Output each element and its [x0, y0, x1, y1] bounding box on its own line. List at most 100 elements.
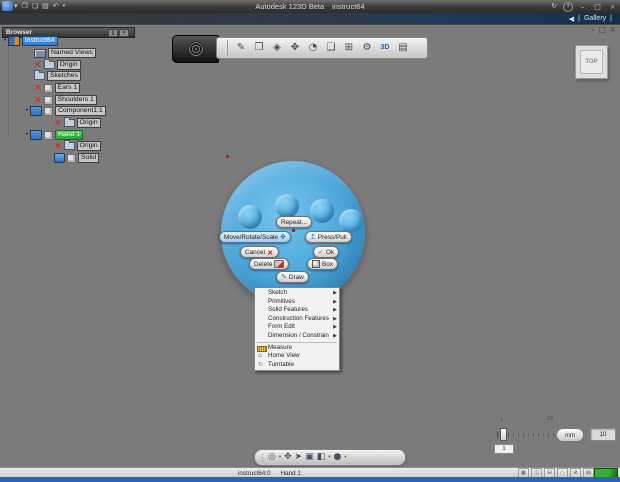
menu-item-turntable[interactable]: ↻ Turntable	[255, 361, 339, 370]
tree-guide-line	[8, 44, 9, 136]
tree-item-label[interactable]: Origin	[76, 141, 101, 151]
doc-minimize-button[interactable]: –	[591, 25, 595, 34]
snapshot-tool-icon[interactable]: ▤	[394, 38, 412, 58]
menu-item-label: Dimension / Constrain	[268, 331, 329, 339]
pattern-tool-icon[interactable]: ⊞	[340, 38, 358, 58]
sketch-tool-icon[interactable]: ✎	[232, 38, 250, 58]
menu-item-primitives[interactable]: Primitives ▶	[255, 298, 339, 307]
model-bump[interactable]	[339, 209, 363, 233]
navbar-grip-handle[interactable]	[261, 452, 265, 463]
view-cube-face-label[interactable]: TOP	[580, 50, 603, 74]
tree-item-origin-3[interactable]: × Origin	[54, 140, 101, 151]
sculpt-tool-icon[interactable]: ◈	[268, 38, 286, 58]
select-icon[interactable]: ➤	[295, 450, 303, 465]
close-button[interactable]: ×	[607, 3, 618, 11]
repeat-button[interactable]: Repeat...	[276, 216, 312, 228]
expand-bullet-icon[interactable]: •	[26, 106, 28, 116]
cancel-button[interactable]: Cancel ×	[240, 246, 279, 258]
tree-item-label[interactable]: Shoulders 1	[54, 95, 97, 105]
tree-item-label[interactable]: Sketches	[47, 71, 81, 81]
display-style-caret-icon[interactable]: ▾	[344, 455, 346, 460]
tree-item-label[interactable]: instruct64	[22, 36, 58, 46]
menu-item-sketch[interactable]: Sketch ▶	[255, 289, 339, 298]
primitives-tool-icon[interactable]: ❒	[250, 38, 268, 58]
browser-close-button[interactable]: ×	[119, 29, 129, 37]
window-bottom-border	[0, 477, 620, 482]
browser-float-button[interactable]: ▯	[108, 29, 118, 37]
expand-bullet-icon[interactable]: •	[4, 36, 6, 46]
help-icon[interactable]: ?	[563, 1, 573, 12]
draw-button[interactable]: ✎ Draw	[276, 271, 309, 283]
snap-slider-handle[interactable]	[500, 428, 507, 441]
hidden-icon[interactable]: ×	[54, 141, 62, 151]
tree-item-shoulders[interactable]: × Shoulders 1	[34, 95, 97, 105]
move-tool-icon[interactable]: ✥	[286, 38, 304, 58]
toolbar-separator	[227, 40, 228, 56]
body-icon	[44, 130, 54, 140]
doc-restore-button[interactable]: □	[599, 25, 606, 34]
press-pull-button[interactable]: ↥ Press/Pull	[305, 231, 352, 243]
hidden-icon[interactable]: ×	[54, 118, 62, 128]
tree-item-label[interactable]: Origin	[76, 118, 101, 128]
view-cube-icon[interactable]: ◧	[317, 450, 326, 465]
ok-button[interactable]: ✓ Ok	[313, 246, 340, 258]
tree-item-label[interactable]: Component1:1	[55, 106, 106, 116]
menu-item-form-edit[interactable]: Form Edit ▶	[255, 323, 339, 332]
tree-item-sketches[interactable]: Sketches	[34, 70, 81, 81]
hidden-icon[interactable]: ×	[34, 60, 42, 70]
hidden-icon[interactable]: ×	[34, 83, 42, 93]
model-bump[interactable]	[238, 205, 262, 229]
expand-bullet-icon[interactable]: •	[26, 130, 28, 140]
grid-size-field[interactable]: 10	[590, 428, 616, 441]
tree-item-label[interactable]: Hand 1	[55, 130, 84, 140]
minimize-button[interactable]: –	[577, 3, 588, 11]
menu-item-solid-features[interactable]: Solid Features ▶	[255, 306, 339, 315]
move-rotate-scale-button[interactable]: Move/Rotate/Scale ✥	[219, 231, 291, 243]
menu-item-home-view[interactable]: ⌂ Home View	[255, 352, 339, 361]
orbit-icon[interactable]: ◎	[268, 450, 276, 465]
view-cube[interactable]: TOP	[575, 45, 608, 79]
menu-item-construction-features[interactable]: Construction Features ▶	[255, 315, 339, 324]
combine-tool-icon[interactable]: ❏	[322, 38, 340, 58]
delete-icon	[274, 260, 285, 268]
box-button[interactable]: Box	[307, 258, 339, 270]
view-tool-icon[interactable]: ◔	[304, 38, 322, 58]
model-bump[interactable]	[275, 194, 299, 218]
gears-tool-icon[interactable]: ⚙	[358, 38, 376, 58]
doc-close-button[interactable]: ×	[610, 25, 616, 34]
tree-item-component1[interactable]: • Component1:1	[26, 106, 106, 116]
move-rotate-scale-label: Move/Rotate/Scale	[224, 233, 278, 241]
tree-item-hand[interactable]: • Hand 1	[26, 130, 84, 140]
fit-view-icon[interactable]: ▣	[305, 450, 314, 465]
orbit-caret-icon[interactable]: ▾	[279, 455, 281, 460]
menu-item-dimension-constrain[interactable]: Dimension / Constrain ▶	[255, 332, 339, 341]
tree-item-label[interactable]: Named Views	[48, 48, 96, 58]
tree-item-origin-1[interactable]: × Origin	[34, 59, 81, 70]
tab-gallery[interactable]: Gallery	[584, 15, 606, 22]
sync-icon[interactable]: ↻	[551, 0, 557, 13]
hidden-icon[interactable]: ×	[34, 95, 42, 105]
tree-item-ears[interactable]: × Ears 1	[34, 83, 81, 93]
draw-pencil-icon: ✎	[281, 273, 287, 281]
tree-item-named-views[interactable]: Named Views	[34, 48, 96, 58]
unit-button[interactable]: mm	[556, 428, 584, 442]
tree-item-instruct64[interactable]: • instruct64	[4, 36, 58, 46]
menu-item-measure[interactable]: Measure	[255, 344, 339, 353]
maximize-button[interactable]: □	[592, 3, 603, 11]
export-3d-tool-icon[interactable]: 3D	[376, 38, 394, 58]
delete-button[interactable]: Delete	[249, 258, 290, 270]
move-icon: ✥	[280, 233, 286, 241]
model-bump[interactable]	[310, 199, 334, 223]
display-style-icon[interactable]: ●	[334, 450, 342, 465]
tree-item-label[interactable]: Solid	[78, 153, 100, 163]
main-menu-tab[interactable]	[172, 35, 219, 63]
gallery-separator: |	[578, 15, 580, 22]
pan-icon[interactable]: ✥	[284, 450, 292, 465]
tree-item-label[interactable]: Ears 1	[54, 83, 81, 93]
gallery-back-icon[interactable]: ◀	[569, 15, 574, 23]
tree-item-solid[interactable]: Solid	[54, 153, 100, 163]
view-cube-caret-icon[interactable]: ▾	[328, 455, 330, 460]
tree-item-origin-2[interactable]: × Origin	[54, 117, 101, 128]
tree-item-label[interactable]: Origin	[56, 60, 81, 70]
menu-item-label: Home View	[268, 352, 300, 360]
